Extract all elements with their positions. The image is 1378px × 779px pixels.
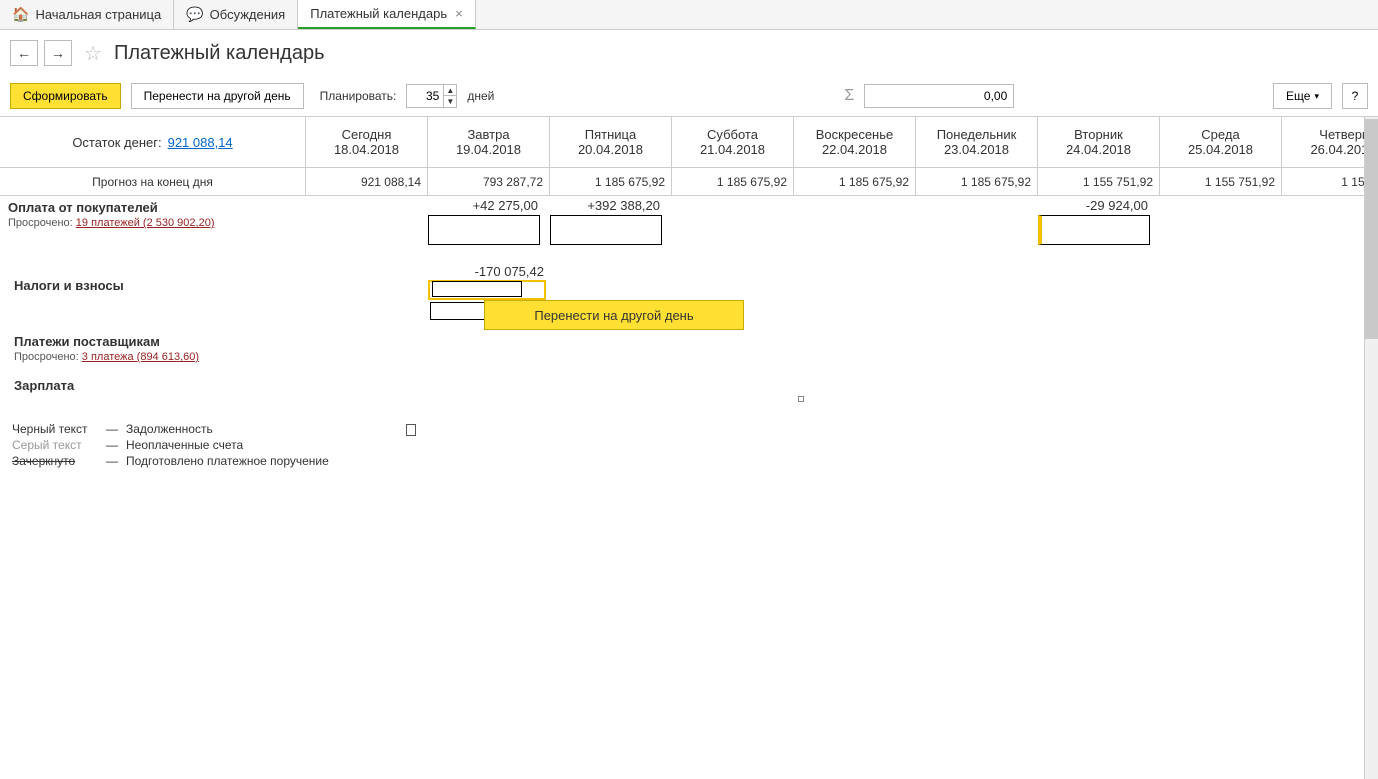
day-header: Пятница20.04.2018 [550,117,672,167]
home-icon: 🏠 [12,6,29,23]
overdue-label: Просрочено: [14,351,79,363]
forecast-cell: 1 185 675,92 [672,168,794,195]
legend-key: Зачеркнуто [12,454,98,468]
tab-label: Обсуждения [210,7,286,22]
spin-up-icon[interactable]: ▲ [444,85,456,96]
category-title: Налоги и взносы [14,278,298,293]
category-buyers: Оплата от покупателей Просрочено: 19 пла… [0,196,1378,254]
legend-value: Неоплаченные счета [126,438,243,452]
amount: +392 388,20 [548,198,662,213]
category-suppliers: Платежи поставщикам Просрочено: 3 платеж… [0,330,1378,370]
plan-label: Планировать: [320,89,397,103]
day-header: Вторник24.04.2018 [1038,117,1160,167]
day-slot[interactable] [910,196,1032,200]
payment-card[interactable] [550,215,662,245]
day-header: Воскресенье22.04.2018 [794,117,916,167]
day-slot[interactable]: +42 275,00 [422,196,544,247]
payment-card[interactable] [428,215,540,245]
balance-link[interactable]: 921 088,14 [168,135,233,150]
nav-forward-button[interactable]: → [44,40,72,66]
forecast-cell: 1 155 751,92 [1160,168,1282,195]
forecast-cell: 1 185 675,92 [794,168,916,195]
tab-discussions[interactable]: 💬 Обсуждения [174,0,298,29]
chat-icon: 💬 [186,6,203,23]
cursor-artifact [798,396,804,402]
overdue-link[interactable]: 3 платежа (894 613,60) [82,351,199,363]
sum-input[interactable] [864,84,1014,108]
category-title: Платежи поставщикам [14,334,298,349]
overdue-label: Просрочено: [8,217,73,229]
sigma-icon: Σ [844,87,854,105]
more-button[interactable]: Еще [1273,83,1332,109]
amount: -170 075,42 [432,264,546,279]
day-slot[interactable] [300,196,422,200]
category-label-area: Зарплата [6,374,306,397]
spin-down-icon[interactable]: ▼ [444,96,456,107]
legend-key: Черный текст [12,422,98,436]
plan-days-stepper[interactable]: ▲ ▼ [406,84,457,108]
drag-tooltip: Перенести на другой день [484,300,744,330]
forecast-cell: 1 155 751,92 [1038,168,1160,195]
balance-header-cell: Остаток денег: 921 088,14 [0,117,306,167]
generate-button[interactable]: Сформировать [10,83,121,109]
day-slot[interactable]: -29 924,00 [1032,196,1154,247]
legend-key: Серый текст [12,438,98,452]
day-slot[interactable] [666,196,788,200]
day-slot[interactable] [1154,196,1276,200]
tab-bar: 🏠 Начальная страница 💬 Обсуждения Платеж… [0,0,1378,30]
plan-days-input[interactable] [407,85,443,107]
forecast-cell: 1 185 675,92 [550,168,672,195]
scrollbar-thumb[interactable] [1365,119,1378,339]
close-icon[interactable]: × [455,6,463,21]
day-slot-taxes[interactable]: -170 075,42 Перенести на другой день [428,262,550,281]
category-label-area: Налоги и взносы [6,262,306,297]
tab-home[interactable]: 🏠 Начальная страница [0,0,174,29]
tab-label: Начальная страница [35,7,161,22]
category-taxes: Налоги и взносы -170 075,42 Перенести на… [0,262,1378,322]
tab-payment-calendar[interactable]: Платежный календарь × [298,0,475,29]
toolbar: Сформировать Перенести на другой день Пл… [0,76,1378,116]
forecast-cell: 793 287,72 [428,168,550,195]
category-salary: Зарплата [0,374,1378,404]
payment-card[interactable] [1038,215,1150,245]
day-slot[interactable] [306,262,428,266]
legend: Черный текст — Задолженность Серый текст… [12,422,1378,468]
day-header: Понедельник23.04.2018 [916,117,1038,167]
category-label-area: Платежи поставщикам Просрочено: 3 платеж… [6,330,306,367]
amount: -29 924,00 [1036,198,1150,213]
category-title: Зарплата [14,378,298,393]
page-title: Платежный календарь [114,42,325,65]
drag-ghost[interactable] [430,302,486,320]
grid-header-days: Остаток денег: 921 088,14 Сегодня18.04.2… [0,117,1378,168]
forecast-label: Прогноз на конец дня [0,168,306,195]
title-bar: ← → ☆ Платежный календарь [0,30,1378,76]
day-header: Завтра19.04.2018 [428,117,550,167]
move-day-button[interactable]: Перенести на другой день [131,83,304,109]
nav-back-button[interactable]: ← [10,40,38,66]
day-header: Среда25.04.2018 [1160,117,1282,167]
help-button[interactable]: ? [1342,83,1368,109]
drag-ghost[interactable] [432,281,522,297]
amount: +42 275,00 [426,198,540,213]
day-header: Суббота21.04.2018 [672,117,794,167]
day-slot[interactable]: +392 388,20 [544,196,666,247]
category-label-area: Оплата от покупателей Просрочено: 19 пла… [0,196,300,233]
forecast-row: Прогноз на конец дня 921 088,14 793 287,… [0,168,1378,196]
day-slot[interactable] [1276,196,1378,200]
cursor-artifact [406,424,416,436]
legend-value: Подготовлено платежное поручение [126,454,329,468]
plan-days-unit: дней [467,89,494,103]
day-slot[interactable] [788,196,910,200]
day-header: Сегодня18.04.2018 [306,117,428,167]
forecast-cell: 1 185 675,92 [916,168,1038,195]
calendar-grid: Остаток денег: 921 088,14 Сегодня18.04.2… [0,116,1378,779]
vertical-scrollbar[interactable] [1364,117,1378,779]
balance-label: Остаток денег: [72,135,161,150]
forecast-cell: 921 088,14 [306,168,428,195]
tab-label: Платежный календарь [310,6,447,21]
category-title: Оплата от покупателей [8,200,292,215]
overdue-link[interactable]: 19 платежей (2 530 902,20) [76,217,215,229]
legend-value: Задолженность [126,422,213,436]
favorite-star-icon[interactable]: ☆ [84,41,102,66]
